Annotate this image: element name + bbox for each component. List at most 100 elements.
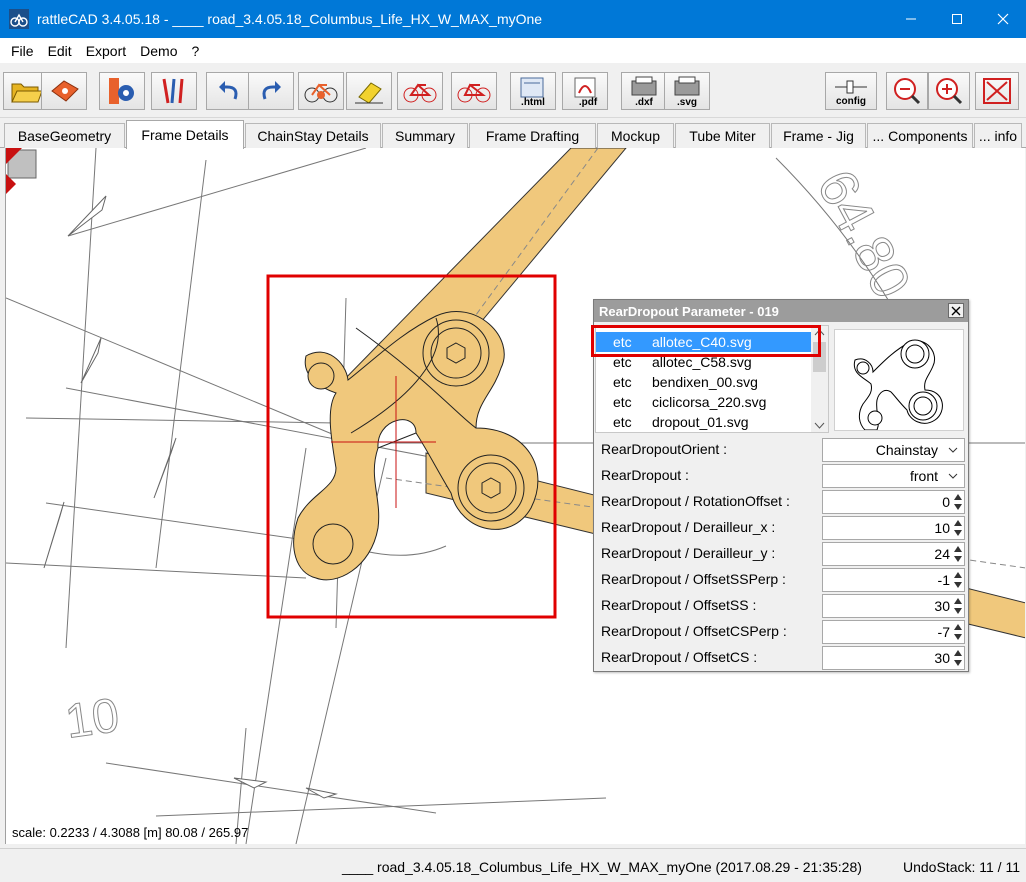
derailleur-y-spinbox[interactable]: 24 xyxy=(822,542,965,566)
dialog-close-button[interactable] xyxy=(948,303,964,318)
tab-components[interactable]: ... Components xyxy=(867,123,973,148)
zoom-fit-button[interactable] xyxy=(975,72,1019,110)
param-row-derailleur-x: RearDropout / Derailleur_x : 10 xyxy=(595,515,967,541)
param-row-rotation-offset: RearDropout / RotationOffset : 0 xyxy=(595,489,967,515)
zoom-out-button[interactable] xyxy=(886,72,928,110)
spin-down-button[interactable] xyxy=(952,606,963,616)
eraser-button[interactable] xyxy=(346,72,392,110)
spin-up-button[interactable] xyxy=(952,622,963,632)
eraser-icon xyxy=(355,82,383,104)
bike-red-alt-button[interactable] xyxy=(451,72,497,110)
file-list-item[interactable]: etc bendixen_00.svg xyxy=(596,372,812,392)
zoom-in-button[interactable] xyxy=(928,72,970,110)
config-label: config xyxy=(836,96,866,107)
tab-frame-jig[interactable]: Frame - Jig xyxy=(771,123,866,148)
spin-down-button[interactable] xyxy=(952,554,963,564)
export-html-button[interactable]: .html xyxy=(510,72,556,110)
spin-value: -1 xyxy=(937,572,950,588)
spin-value: -7 xyxy=(937,624,950,640)
spin-value: 30 xyxy=(934,598,950,614)
close-window-button[interactable] xyxy=(980,0,1026,38)
tab-summary[interactable]: Summary xyxy=(382,123,468,148)
triangle-up-icon xyxy=(953,624,962,630)
bike-red-icon xyxy=(403,83,437,103)
tab-info[interactable]: ... info xyxy=(974,123,1022,148)
menu-demo[interactable]: Demo xyxy=(133,43,184,59)
triangle-up-icon xyxy=(953,494,962,500)
undo-button[interactable] xyxy=(206,72,252,110)
menu-edit[interactable]: Edit xyxy=(41,43,79,59)
spin-down-button[interactable] xyxy=(952,528,963,538)
export-svg-button[interactable]: .svg xyxy=(664,72,710,110)
menu-help[interactable]: ? xyxy=(185,43,207,59)
config-button[interactable]: config xyxy=(825,72,877,110)
param-row-derailleur-y: RearDropout / Derailleur_y : 24 xyxy=(595,541,967,567)
config-slider-icon: config xyxy=(835,80,867,107)
spin-up-button[interactable] xyxy=(952,544,963,554)
minimize-button[interactable] xyxy=(888,0,934,38)
file-list-item[interactable]: etc ciclicorsa_220.svg xyxy=(596,392,812,412)
status-file-name: ____ road_3.4.05.18_Columbus_Life_HX_W_M… xyxy=(342,859,862,875)
offset-cs-perp-spinbox[interactable]: -7 xyxy=(822,620,965,644)
param-row-offset-cs-perp: RearDropout / OffsetCSPerp : -7 xyxy=(595,619,967,645)
rear-dropout-select[interactable]: front xyxy=(822,464,965,488)
status-bar: ____ road_3.4.05.18_Columbus_Life_HX_W_M… xyxy=(0,848,1026,882)
dropout-file-list[interactable]: etc allotec_C40.svg etc allotec_C58.svg … xyxy=(595,325,829,433)
bike-render-button[interactable] xyxy=(298,72,344,110)
triangle-up-icon xyxy=(953,546,962,552)
file-folder: etc xyxy=(613,394,632,410)
offset-ss-spinbox[interactable]: 30 xyxy=(822,594,965,618)
tab-mockup[interactable]: Mockup xyxy=(597,123,674,148)
open-folder-icon xyxy=(11,83,43,103)
offset-ss-perp-spinbox[interactable]: -1 xyxy=(822,568,965,592)
menu-file[interactable]: File xyxy=(4,43,41,59)
pdf-doc-icon: .pdf xyxy=(574,77,598,107)
settings-button[interactable] xyxy=(99,72,145,110)
zoom-out-icon xyxy=(894,78,921,105)
scale-readout: scale: 0.2233 / 4.3088 [m] 80.08 / 265.9… xyxy=(12,825,249,840)
param-row-offset-ss: RearDropout / OffsetSS : 30 xyxy=(595,593,967,619)
rear-dropout-orient-select[interactable]: Chainstay xyxy=(822,438,965,462)
dxf-label: .dxf xyxy=(635,97,653,107)
spin-up-button[interactable] xyxy=(952,570,963,580)
tab-tube-miter[interactable]: Tube Miter xyxy=(675,123,770,148)
spin-up-button[interactable] xyxy=(952,492,963,502)
file-list-item[interactable]: etc allotec_C40.svg xyxy=(596,332,812,352)
gear-settings-icon xyxy=(109,78,134,104)
spin-down-button[interactable] xyxy=(952,502,963,512)
file-list-item[interactable]: etc dropout_01.svg xyxy=(596,412,812,432)
offset-cs-spinbox[interactable]: 30 xyxy=(822,646,965,670)
tab-frame-details[interactable]: Frame Details xyxy=(126,120,244,149)
rear-dropout-parameter-dialog: RearDropout Parameter - 019 etc allotec_… xyxy=(591,299,969,672)
save-disk-icon xyxy=(51,80,79,102)
redo-button[interactable] xyxy=(248,72,294,110)
maximize-icon xyxy=(952,14,962,24)
export-pdf-button[interactable]: .pdf xyxy=(562,72,608,110)
triangle-down-icon xyxy=(953,582,962,588)
bike-red-button[interactable] xyxy=(397,72,443,110)
maximize-button[interactable] xyxy=(934,0,980,38)
rattlecad-app-icon xyxy=(9,9,29,29)
param-label: RearDropout : xyxy=(601,467,689,483)
derailleur-x-spinbox[interactable]: 10 xyxy=(822,516,965,540)
menu-export[interactable]: Export xyxy=(79,43,133,59)
tube-toggle-button[interactable] xyxy=(151,72,197,110)
tab-basegeometry[interactable]: BaseGeometry xyxy=(4,123,125,148)
param-label: RearDropout / OffsetCSPerp : xyxy=(601,623,787,639)
save-file-button[interactable] xyxy=(41,72,87,110)
tab-frame-drafting[interactable]: Frame Drafting xyxy=(469,123,596,148)
file-list-scrollbar[interactable] xyxy=(811,326,828,432)
spin-down-button[interactable] xyxy=(952,632,963,642)
spin-up-button[interactable] xyxy=(952,596,963,606)
spin-down-button[interactable] xyxy=(952,658,963,668)
spin-down-button[interactable] xyxy=(952,580,963,590)
file-list-item[interactable]: etc allotec_C58.svg xyxy=(596,352,812,372)
spin-up-button[interactable] xyxy=(952,518,963,528)
export-dxf-button[interactable]: .dxf xyxy=(621,72,667,110)
spin-up-button[interactable] xyxy=(952,648,963,658)
rotation-offset-spinbox[interactable]: 0 xyxy=(822,490,965,514)
dialog-title[interactable]: RearDropout Parameter - 019 xyxy=(594,300,968,322)
tab-chainstay-details[interactable]: ChainStay Details xyxy=(245,123,381,148)
dimension-label-left: 10 xyxy=(62,689,122,749)
scroll-thumb[interactable] xyxy=(813,342,826,372)
